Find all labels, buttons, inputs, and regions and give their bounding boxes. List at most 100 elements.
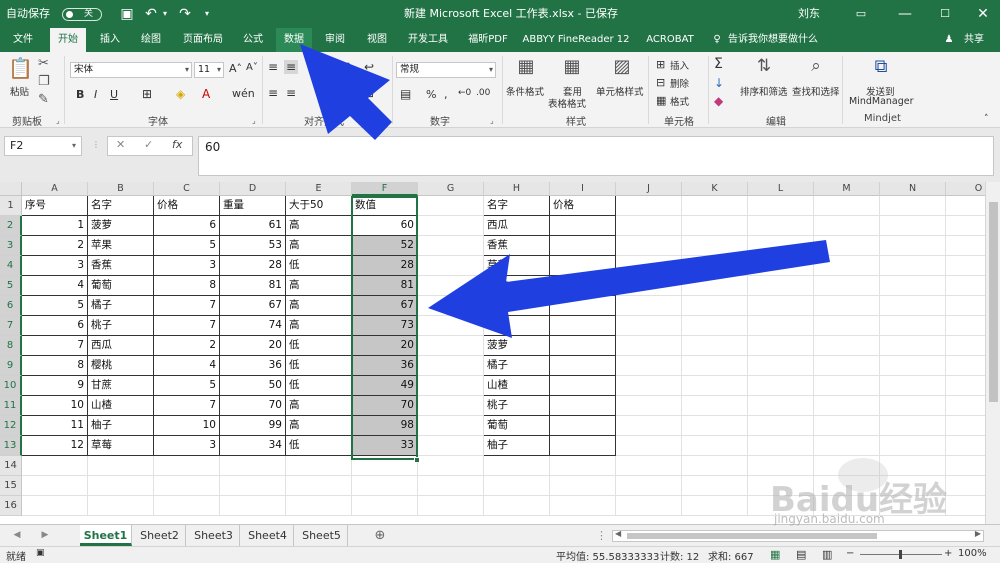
table1-cell[interactable]: 5 — [154, 236, 220, 256]
grid-cell[interactable] — [418, 196, 484, 216]
grid-cell[interactable] — [682, 316, 748, 336]
orientation-icon[interactable]: ⤢ — [340, 60, 350, 75]
table2-price-cell[interactable] — [550, 256, 616, 276]
grid-cell[interactable] — [616, 316, 682, 336]
grid-cell[interactable] — [814, 336, 880, 356]
table1-cell[interactable]: 6 — [22, 316, 88, 336]
grid-cell[interactable] — [814, 376, 880, 396]
tab-review[interactable]: 审阅 — [318, 28, 352, 52]
grid-cell[interactable] — [814, 196, 880, 216]
grid-cell[interactable] — [880, 396, 946, 416]
table1-cell[interactable]: 低 — [286, 376, 352, 396]
active-cell[interactable]: 60 — [352, 216, 418, 236]
grid-cell[interactable] — [748, 296, 814, 316]
tab-draw[interactable]: 绘图 — [134, 28, 168, 52]
grid-cell[interactable] — [748, 276, 814, 296]
scroll-left-icon[interactable]: ◀ — [615, 529, 621, 538]
comma-style-icon[interactable]: , — [444, 88, 448, 101]
tab-split-handle[interactable]: ⋮ — [596, 525, 607, 546]
row-header-9[interactable]: 9 — [0, 356, 22, 376]
align-center-icon[interactable]: ≡ — [286, 86, 296, 100]
column-header-d[interactable]: D — [220, 182, 286, 196]
table1-cell[interactable]: 橘子 — [88, 296, 154, 316]
table1-cell[interactable]: 低 — [286, 256, 352, 276]
insert-function-icon[interactable]: fx — [172, 138, 182, 151]
table1-cell[interactable]: 12 — [22, 436, 88, 456]
paste-label[interactable]: 粘贴 — [10, 84, 29, 98]
table1-cell[interactable]: 草莓 — [88, 436, 154, 456]
grid-cell[interactable] — [814, 496, 880, 516]
grid-cell[interactable] — [418, 236, 484, 256]
grid-cell[interactable] — [748, 236, 814, 256]
row-header-15[interactable]: 15 — [0, 476, 22, 496]
save-icon[interactable]: ▣ — [118, 5, 136, 23]
grid-cell[interactable] — [220, 456, 286, 476]
table2-price-cell[interactable] — [550, 336, 616, 356]
sheet-tab-2[interactable]: Sheet2 — [134, 525, 186, 546]
table2-price-cell[interactable] — [550, 296, 616, 316]
table1-cell[interactable]: 4 — [22, 276, 88, 296]
grid-cell[interactable] — [418, 336, 484, 356]
grid-cell[interactable] — [616, 436, 682, 456]
normal-view-icon[interactable]: ▦ — [770, 548, 780, 561]
table2-name-cell[interactable]: 樱桃 — [484, 276, 550, 296]
grid-cell[interactable] — [418, 276, 484, 296]
row-header-2[interactable]: 2 — [0, 216, 22, 236]
column-header-n[interactable]: N — [880, 182, 946, 196]
column-header-c[interactable]: C — [154, 182, 220, 196]
table1-cell[interactable]: 20 — [220, 336, 286, 356]
grid-cell[interactable] — [616, 216, 682, 236]
sheet-tab-4[interactable]: Sheet4 — [242, 525, 294, 546]
table2-price-cell[interactable] — [550, 236, 616, 256]
grid-cell[interactable] — [22, 476, 88, 496]
grid-cell[interactable] — [682, 216, 748, 236]
alignment-launcher-icon[interactable]: ⌟ — [382, 116, 386, 125]
wrap-text-icon[interactable]: ↩ — [364, 60, 374, 74]
table1-cell[interactable]: 81 — [220, 276, 286, 296]
grid-cell[interactable] — [682, 436, 748, 456]
insert-cells-icon[interactable]: ⊞ — [656, 58, 665, 71]
zoom-in-icon[interactable]: + — [944, 548, 952, 559]
grid-cell[interactable] — [880, 416, 946, 436]
grid-cell[interactable] — [418, 376, 484, 396]
table1-cell[interactable]: 高 — [286, 396, 352, 416]
selected-cell[interactable]: 52 — [352, 236, 418, 256]
table1-cell[interactable]: 5 — [22, 296, 88, 316]
column-header-f[interactable]: F — [352, 182, 418, 196]
grid-cell[interactable] — [418, 416, 484, 436]
tab-page-layout[interactable]: 页面布局 — [176, 28, 230, 52]
row-header-10[interactable]: 10 — [0, 376, 22, 396]
row-header-3[interactable]: 3 — [0, 236, 22, 256]
table2-name-cell[interactable]: 苹果 — [484, 316, 550, 336]
table1-cell[interactable]: 高 — [286, 216, 352, 236]
grid-cell[interactable] — [418, 256, 484, 276]
number-format-combo[interactable]: 常规 ▾ — [396, 62, 496, 78]
grid-cell[interactable] — [748, 476, 814, 496]
tab-file[interactable]: 文件 — [6, 28, 40, 52]
tab-view[interactable]: 视图 — [360, 28, 394, 52]
table1-cell[interactable]: 高 — [286, 236, 352, 256]
table2-price-cell[interactable] — [550, 216, 616, 236]
grid-cell[interactable] — [748, 436, 814, 456]
add-sheet-icon[interactable]: ⊕ — [370, 525, 390, 546]
grid-cell[interactable] — [880, 276, 946, 296]
table2-price-cell[interactable] — [550, 416, 616, 436]
selected-cell[interactable]: 70 — [352, 396, 418, 416]
grid-cell[interactable] — [286, 496, 352, 516]
table1-cell[interactable]: 甘蔗 — [88, 376, 154, 396]
grid-cell[interactable] — [880, 236, 946, 256]
column-header-a[interactable]: A — [22, 182, 88, 196]
table1-cell[interactable]: 6 — [154, 216, 220, 236]
grid-cell[interactable] — [286, 456, 352, 476]
grid-cell[interactable] — [748, 216, 814, 236]
cell-styles-icon[interactable]: ▨ — [610, 56, 634, 77]
grid-cell[interactable] — [616, 256, 682, 276]
table1-cell[interactable]: 3 — [22, 256, 88, 276]
table1-cell[interactable]: 2 — [22, 236, 88, 256]
grid-cell[interactable] — [616, 416, 682, 436]
grid-cell[interactable] — [616, 456, 682, 476]
increase-decimal-icon[interactable]: ←0 — [458, 88, 471, 98]
vertical-scrollbar[interactable] — [985, 182, 1000, 524]
sheet-tab-1[interactable]: Sheet1 — [80, 525, 132, 546]
grid-cell[interactable] — [418, 436, 484, 456]
